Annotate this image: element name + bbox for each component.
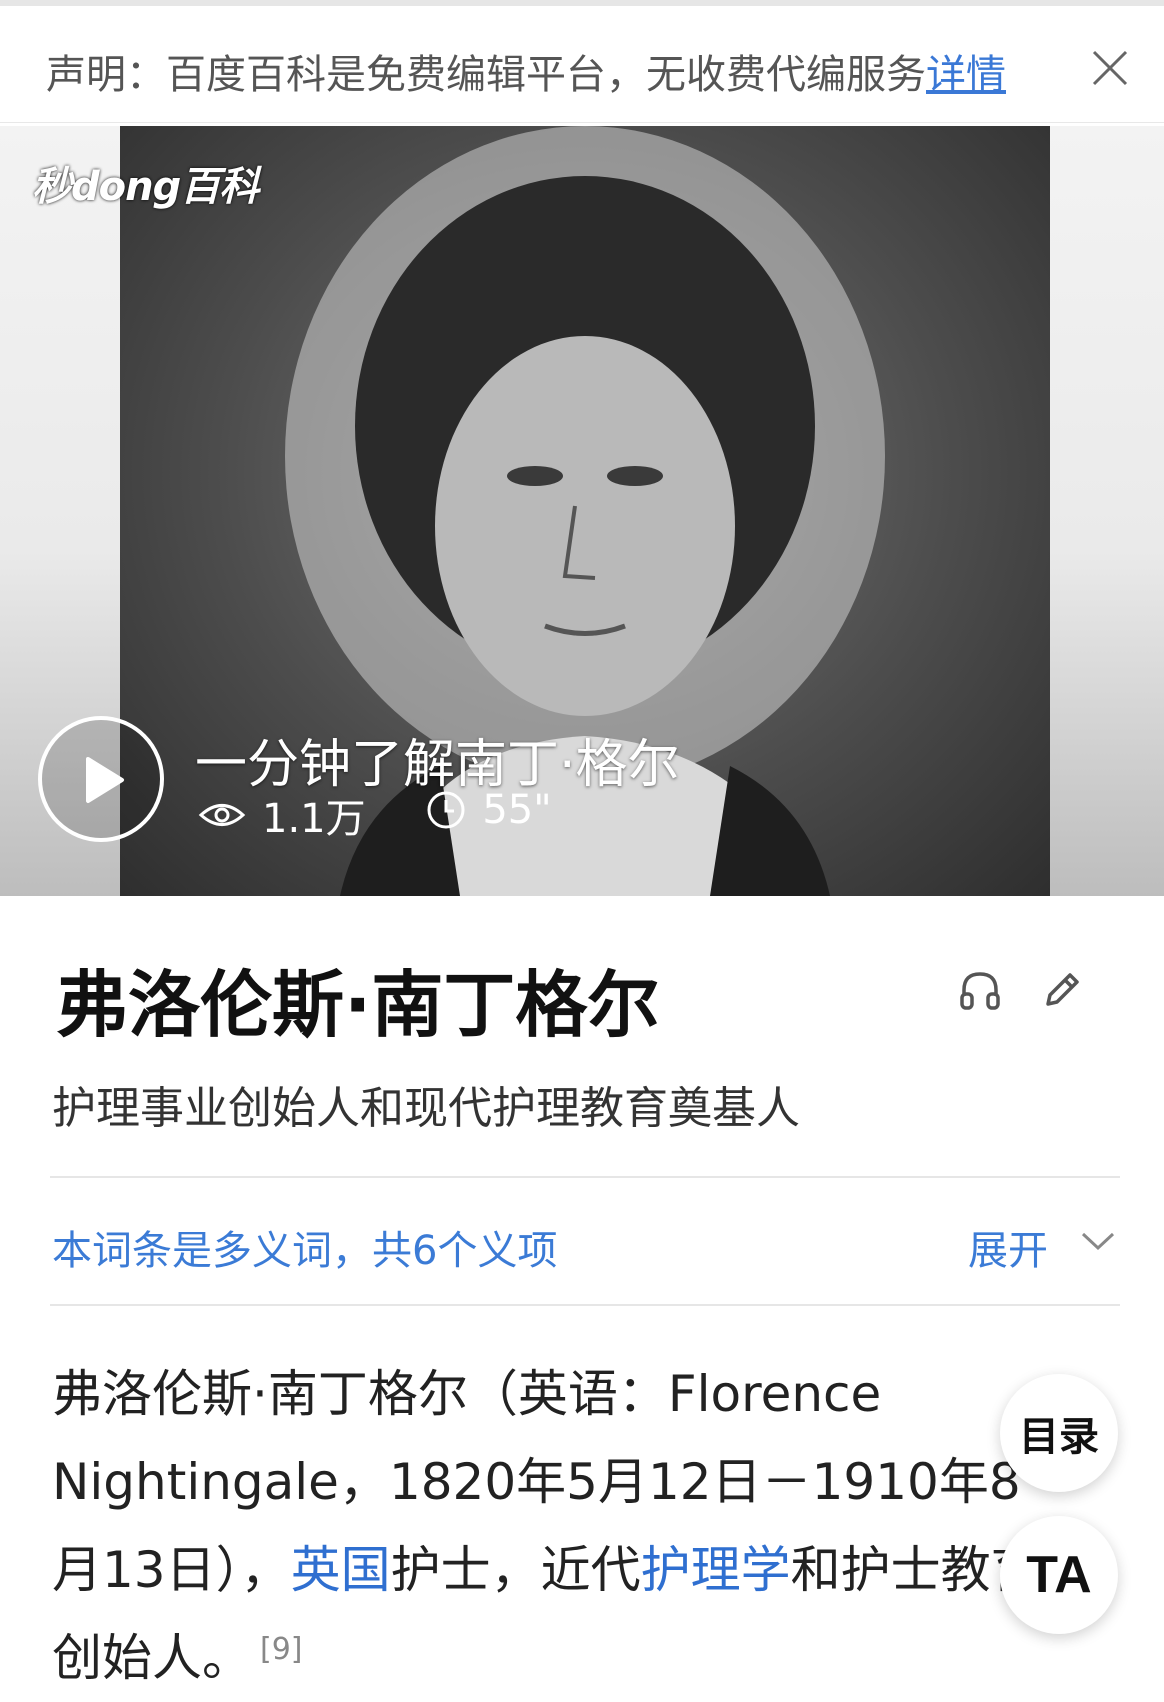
intro-paragraph: 弗洛伦斯·南丁格尔（英语：Florence Nightingale，1820年5…	[52, 1350, 1052, 1702]
clock-icon	[427, 791, 465, 829]
headphone-icon[interactable]	[958, 968, 1002, 1012]
link-nursing[interactable]: 护理学	[641, 1541, 791, 1599]
notice-bar: 声明：百度百科是免费编辑平台，无收费代编服务详情	[0, 6, 1164, 123]
entry-subtitle: 护理事业创始人和现代护理教育奠基人	[52, 1083, 800, 1134]
citation[interactable]: [9]	[260, 1632, 303, 1667]
video-duration: 55"	[482, 787, 552, 833]
notice-text: 声明：百度百科是免费编辑平台，无收费代编服务详情	[46, 42, 1006, 100]
ta-button[interactable]: TA	[1000, 1516, 1118, 1634]
link-england[interactable]: 英国	[291, 1541, 391, 1599]
video-logo: 秒dong百科	[32, 164, 259, 210]
expand-button[interactable]: 展开	[968, 1218, 1048, 1276]
close-icon[interactable]	[1090, 48, 1130, 88]
polysemy-text[interactable]: 本词条是多义词，共6个义项	[52, 1218, 557, 1276]
video-player[interactable]: 秒dong百科 一分钟了解南丁·格尔 1.1万 55"	[0, 126, 1164, 896]
view-count: 1.1万	[262, 796, 366, 842]
edit-icon[interactable]	[1040, 968, 1084, 1012]
notice-message: 声明：百度百科是免费编辑平台，无收费代编服务	[46, 52, 926, 98]
duration-meta: 55"	[426, 787, 552, 833]
entry-title: 弗洛伦斯·南丁格尔	[56, 963, 660, 1047]
divider	[50, 1176, 1120, 1178]
notice-details-link[interactable]: 详情	[926, 52, 1006, 98]
views-meta: 1.1万	[198, 786, 366, 844]
divider	[50, 1304, 1120, 1306]
chevron-down-icon[interactable]	[1080, 1230, 1116, 1252]
intro-text-2: 护士，近代	[390, 1541, 641, 1599]
toc-button[interactable]: 目录	[1000, 1374, 1118, 1492]
eye-icon	[198, 804, 246, 826]
play-icon	[86, 757, 124, 803]
video-meta: 1.1万 55"	[198, 786, 600, 844]
play-button[interactable]	[38, 716, 164, 842]
